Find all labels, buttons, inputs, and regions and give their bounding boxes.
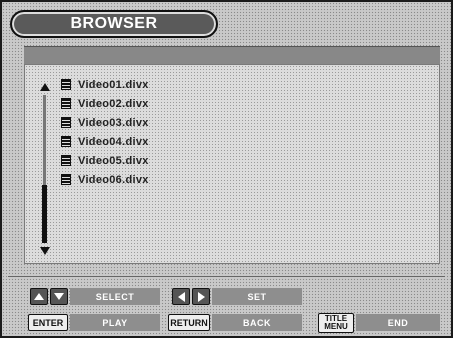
film-icon (61, 117, 71, 128)
file-item[interactable]: Video04.divx (61, 132, 149, 151)
back-label: BACK (212, 314, 302, 331)
page-title: BROWSER (70, 15, 158, 32)
end-label: END (356, 314, 440, 331)
film-icon (61, 136, 71, 147)
file-name: Video05.divx (78, 154, 149, 167)
file-item[interactable]: Video03.divx (61, 113, 149, 132)
title-menu-line2: MENU (324, 322, 348, 331)
file-name: Video04.divx (78, 135, 149, 148)
left-key-button[interactable] (172, 288, 190, 305)
down-arrow-icon (54, 293, 64, 300)
path-bar (24, 46, 440, 65)
scroll-up-arrow-icon[interactable] (40, 83, 50, 91)
browser-title-pill: BROWSER (10, 10, 218, 38)
play-label: PLAY (70, 314, 160, 331)
browser-screen: BROWSER Video01.divx Video02.divx Video0… (0, 0, 453, 338)
file-list-panel: Video01.divx Video02.divx Video03.divx V… (24, 64, 440, 264)
footer-divider (8, 276, 445, 277)
right-key-button[interactable] (192, 288, 210, 305)
scrollbar-thumb[interactable] (42, 185, 47, 243)
scroll-down-arrow-icon[interactable] (40, 247, 50, 255)
file-name: Video06.divx (78, 173, 149, 186)
file-name: Video01.divx (78, 78, 149, 91)
right-arrow-icon (197, 291, 205, 302)
left-arrow-icon (177, 291, 185, 302)
file-item[interactable]: Video06.divx (61, 170, 149, 189)
set-label: SET (212, 288, 302, 305)
file-name: Video02.divx (78, 97, 149, 110)
file-item[interactable]: Video02.divx (61, 94, 149, 113)
file-item[interactable]: Video05.divx (61, 151, 149, 170)
up-arrow-icon (34, 293, 44, 300)
file-item[interactable]: Video01.divx (61, 75, 149, 94)
return-key-button[interactable]: RETURN (168, 314, 210, 331)
enter-key-button[interactable]: ENTER (28, 314, 68, 331)
file-name: Video03.divx (78, 116, 149, 129)
select-label: SELECT (70, 288, 160, 305)
title-menu-key-button[interactable]: TITLE MENU (318, 313, 354, 333)
film-icon (61, 174, 71, 185)
down-key-button[interactable] (50, 288, 68, 305)
film-icon (61, 79, 71, 90)
film-icon (61, 98, 71, 109)
up-key-button[interactable] (30, 288, 48, 305)
file-list: Video01.divx Video02.divx Video03.divx V… (61, 75, 149, 189)
film-icon (61, 155, 71, 166)
